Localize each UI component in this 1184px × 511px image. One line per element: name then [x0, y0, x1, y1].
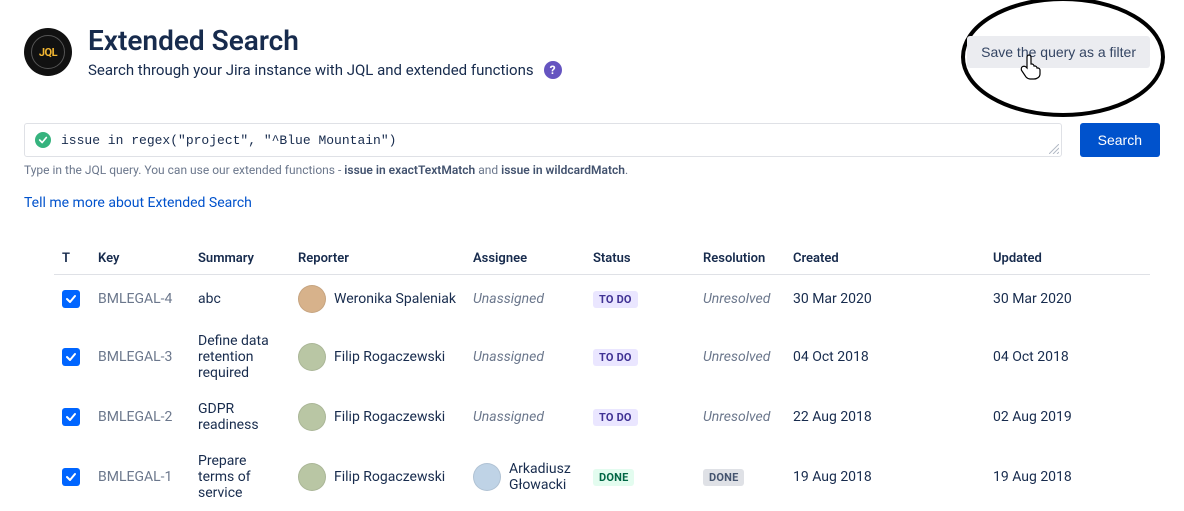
issue-type-icon [62, 468, 80, 486]
created-date: 22 Aug 2018 [785, 391, 985, 443]
app-logo: JQL [24, 28, 72, 76]
resolution-text: Unresolved [703, 291, 770, 307]
issue-type-icon [62, 348, 80, 366]
reporter-name[interactable]: Filip Rogaczewski [334, 409, 445, 425]
issue-type-icon [62, 290, 80, 308]
col-header-resolution[interactable]: Resolution [695, 243, 785, 275]
status-badge: DONE [593, 469, 634, 486]
issue-summary[interactable]: Prepare terms of service [190, 443, 290, 511]
issue-summary[interactable]: Define data retention required [190, 323, 290, 391]
resolution-badge: DONE [703, 469, 744, 486]
assignee-unassigned: Unassigned [473, 349, 544, 365]
app-logo-text: JQL [31, 35, 65, 69]
assignee-unassigned: Unassigned [473, 291, 544, 307]
issue-summary[interactable]: GDPR readiness [190, 391, 290, 443]
created-date: 30 Mar 2020 [785, 275, 985, 324]
save-query-as-filter-button[interactable]: Save the query as a filter [967, 36, 1150, 68]
col-header-assignee[interactable]: Assignee [465, 243, 585, 275]
avatar [298, 343, 326, 371]
col-header-key[interactable]: Key [90, 243, 190, 275]
reporter-name[interactable]: Filip Rogaczewski [334, 469, 445, 485]
help-icon[interactable]: ? [544, 61, 562, 79]
learn-more-link[interactable]: Tell me more about Extended Search [24, 195, 252, 211]
table-row: BMLEGAL-3Define data retention required F… [54, 323, 1150, 391]
issue-key[interactable]: BMLEGAL-4 [90, 275, 190, 324]
updated-date: 04 Oct 2018 [985, 323, 1150, 391]
issue-key[interactable]: BMLEGAL-2 [90, 391, 190, 443]
created-date: 19 Aug 2018 [785, 443, 985, 511]
query-valid-icon [35, 132, 51, 148]
updated-date: 19 Aug 2018 [985, 443, 1150, 511]
updated-date: 30 Mar 2020 [985, 275, 1150, 324]
results-table: T Key Summary Reporter Assignee Status R… [54, 243, 1150, 511]
issue-type-icon [62, 408, 80, 426]
table-row: BMLEGAL-1Prepare terms of service Filip R… [54, 443, 1150, 511]
search-button[interactable]: Search [1080, 123, 1160, 157]
assignee-unassigned: Unassigned [473, 409, 544, 425]
table-row: BMLEGAL-4abc Weronika Spaleniak Unassigned… [54, 275, 1150, 324]
assignee-name[interactable]: Arkadiusz Głowacki [509, 461, 577, 493]
status-badge: TO DO [593, 409, 638, 426]
col-header-updated[interactable]: Updated [985, 243, 1150, 275]
issue-summary[interactable]: abc [190, 275, 290, 324]
avatar [298, 463, 326, 491]
col-header-summary[interactable]: Summary [190, 243, 290, 275]
reporter-name[interactable]: Filip Rogaczewski [334, 349, 445, 365]
resize-grip-icon[interactable] [1049, 144, 1059, 154]
created-date: 04 Oct 2018 [785, 323, 985, 391]
avatar [298, 285, 326, 313]
status-badge: TO DO [593, 291, 638, 308]
col-header-reporter[interactable]: Reporter [290, 243, 465, 275]
jql-query-box[interactable] [24, 123, 1062, 157]
avatar [473, 463, 501, 491]
issue-key[interactable]: BMLEGAL-1 [90, 443, 190, 511]
resolution-text: Unresolved [703, 349, 770, 365]
page-subtitle: Search through your Jira instance with J… [88, 61, 534, 79]
reporter-name[interactable]: Weronika Spaleniak [334, 291, 456, 307]
jql-query-input[interactable] [61, 133, 1051, 148]
issue-key[interactable]: BMLEGAL-3 [90, 323, 190, 391]
avatar [298, 403, 326, 431]
col-header-status[interactable]: Status [585, 243, 695, 275]
col-header-type[interactable]: T [54, 243, 90, 275]
status-badge: TO DO [593, 349, 638, 366]
resolution-text: Unresolved [703, 409, 770, 425]
query-hint: Type in the JQL query. You can use our e… [24, 163, 1160, 177]
table-row: BMLEGAL-2GDPR readiness Filip Rogaczewski… [54, 391, 1150, 443]
col-header-created[interactable]: Created [785, 243, 985, 275]
updated-date: 02 Aug 2019 [985, 391, 1150, 443]
